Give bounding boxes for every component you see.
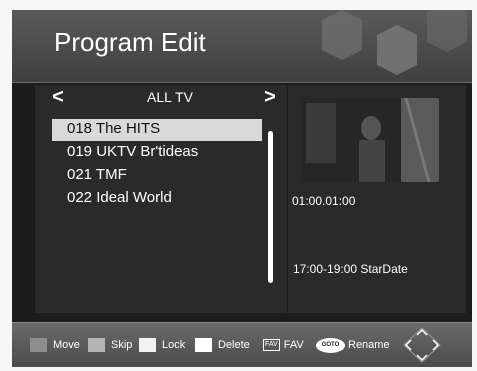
light-grey-key-icon — [88, 338, 105, 352]
channel-row[interactable]: 021 TMF — [52, 165, 262, 187]
fav-key-icon: FAV — [263, 339, 280, 351]
fav-key[interactable]: FAV FAV — [263, 338, 304, 352]
channel-row[interactable]: 018 The HITS — [52, 119, 262, 141]
white-key-icon — [139, 338, 156, 352]
delete-label: Delete — [218, 339, 250, 351]
white-key-icon — [195, 338, 212, 352]
video-preview — [301, 98, 439, 182]
channel-row[interactable]: 022 Ideal World — [52, 188, 262, 210]
header-bar: Program Edit — [12, 10, 472, 83]
skip-label: Skip — [111, 339, 133, 351]
lock-label: Lock — [162, 339, 186, 351]
lock-key[interactable]: Lock — [139, 338, 185, 352]
program-schedule: 17:00-19:00 StarDate — [293, 262, 408, 276]
skip-key[interactable]: Skip — [88, 338, 132, 352]
move-label: Move — [53, 339, 80, 351]
fav-label: FAV — [283, 339, 304, 351]
goto-key-icon: GOTO — [316, 337, 345, 353]
time-code: 01:00.01:00 — [292, 194, 356, 208]
preview-image-icon — [301, 98, 439, 182]
move-key[interactable]: Move — [30, 338, 80, 352]
channel-scrollbar[interactable] — [268, 131, 273, 283]
channel-row[interactable]: 019 UKTV Br'tideas — [52, 142, 262, 164]
prev-group-arrow[interactable]: < — [51, 86, 65, 109]
direction-pad-icon[interactable] — [402, 327, 442, 363]
grey-key-icon — [30, 338, 47, 352]
next-group-arrow[interactable]: > — [263, 86, 277, 109]
channel-list: 018 The HITS 019 UKTV Br'tideas 021 TMF … — [52, 119, 262, 211]
rename-label: Rename — [348, 339, 390, 351]
hexagon-decoration — [322, 10, 467, 75]
delete-key[interactable]: Delete — [195, 338, 250, 352]
page-title: Program Edit — [54, 27, 206, 57]
rename-key[interactable]: GOTO Rename — [316, 337, 390, 353]
group-label: ALL TV — [147, 89, 193, 105]
